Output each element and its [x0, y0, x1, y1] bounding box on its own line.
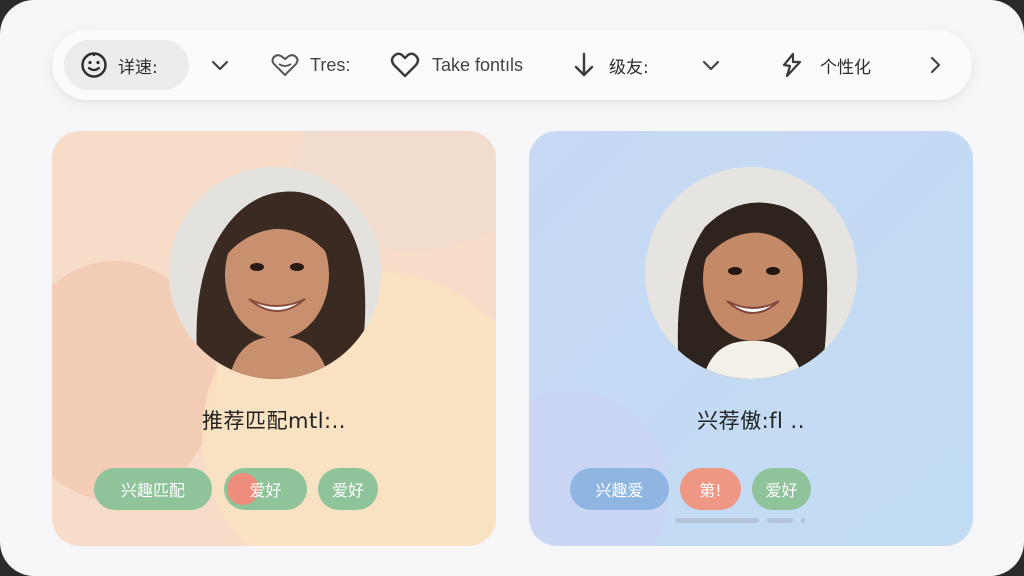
chevron-down-icon[interactable] — [208, 40, 232, 90]
avatar — [645, 167, 857, 379]
scroll-indicator — [801, 518, 805, 523]
filter-toolbar: 详速: Tres: Take fontıls 级友: 个性化 — [52, 30, 972, 100]
app-window: 详速: Tres: Take fontıls 级友: 个性化 推荐匹配mtl:.… — [0, 0, 1024, 576]
filter-tres-label: Tres: — [310, 54, 351, 75]
tag-chip[interactable]: 兴趣爱 — [570, 468, 669, 510]
filter-friends-label: 级友: — [609, 57, 649, 78]
heart-icon — [390, 51, 420, 79]
filter-friends[interactable]: 级友: — [571, 40, 649, 90]
tag-chip[interactable]: 爱好 — [752, 468, 811, 510]
filter-take-fontils-label: Take fontıls — [432, 54, 524, 75]
filter-pill-detail-label: 详速: — [118, 57, 158, 78]
tag-chip[interactable]: 兴趣匹配 — [94, 468, 212, 510]
avatar — [169, 167, 381, 379]
card-title: 兴荐傲:fl .. — [697, 409, 805, 433]
filter-tres[interactable]: Tres: — [270, 40, 350, 90]
filter-personalize[interactable]: 个性化 — [778, 40, 871, 90]
profile-card-left[interactable]: 推荐匹配mtl:.. 兴趣匹配 爱好 爱好 — [52, 131, 496, 546]
tag-chip-label: 爱好 — [249, 481, 282, 500]
scroll-indicator — [675, 518, 759, 523]
sparkle-icon — [778, 51, 806, 79]
chevron-down-icon[interactable] — [699, 40, 723, 90]
tag-chip[interactable]: 爱好 — [224, 468, 307, 510]
scroll-indicator — [767, 518, 793, 523]
filter-personalize-label: 个性化 — [820, 57, 871, 78]
tag-chip[interactable]: 第! — [680, 468, 741, 510]
smiley-icon — [80, 51, 108, 79]
card-title: 推荐匹配mtl:.. — [202, 409, 346, 433]
heart-outline-icon — [270, 52, 300, 78]
filter-pill-detail[interactable]: 详速: — [64, 40, 189, 90]
chevron-right-icon[interactable] — [924, 40, 946, 90]
tag-chip[interactable]: 爱好 — [318, 468, 378, 510]
profile-card-right[interactable]: 兴荐傲:fl .. 兴趣爱 第! 爱好 — [529, 131, 973, 546]
filter-take-fontils[interactable]: Take fontıls — [390, 40, 523, 90]
arrow-down-icon — [571, 51, 597, 79]
